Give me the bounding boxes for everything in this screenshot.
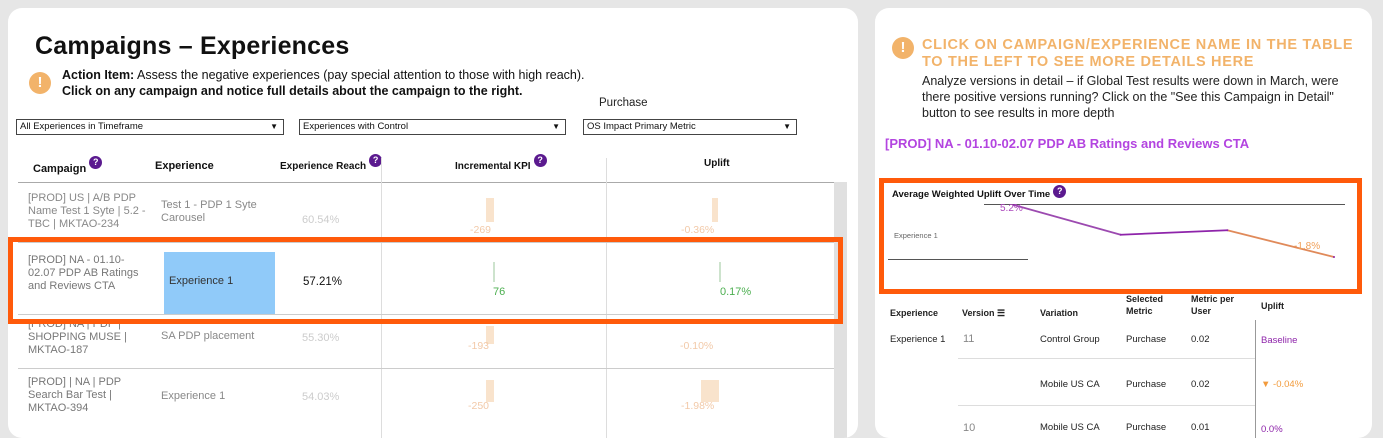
help-icon[interactable]: ? [89,156,103,169]
row-divider [958,358,1255,359]
chart-plot [1013,204,1335,258]
series-point [1226,229,1229,232]
help-icon[interactable]: ? [533,154,547,167]
rt-row1-metric: Purchase [1126,334,1167,345]
rt-row1-version: 11 [963,333,975,345]
row4-experience[interactable]: Experience 1 [161,390,225,403]
header-reach[interactable]: Experience Reach? [280,154,383,174]
row4-kpi: -250 [468,400,490,412]
action-bold: Click on any campaign and notice full de… [62,84,523,98]
row1-reach: 60.54% [302,214,340,226]
click-instruction: CLICK ON CAMPAIGN/EXPERIENCE NAME IN THE… [922,37,1354,70]
row-divider [958,405,1255,406]
sort-icon[interactable]: ☰ [997,308,1005,318]
rt-row2-metric: Purchase [1126,379,1167,390]
row3-uplift: -0.10% [680,340,714,352]
chevron-down-icon: ▼ [552,122,560,131]
series-segment [1120,229,1228,236]
selected-campaign-name[interactable]: [PROD] NA - 01.10-02.07 PDP AB Ratings a… [885,136,1285,152]
header-kpi[interactable]: Incremental KPI? [455,154,547,174]
page-title: Campaigns – Experiences [35,32,350,60]
campaigns-panel: Campaigns – Experiences ! Action Item: A… [8,8,858,438]
rt-row3-version: 10 [963,422,976,434]
timeframe-dropdown[interactable]: All Experiences in Timeframe ▼ [16,119,284,135]
column-divider [1255,320,1256,438]
metric-dropdown[interactable]: OS Impact Primary Metric ▼ [583,119,797,135]
header-campaign[interactable]: Campaign? [33,156,103,176]
header-experience[interactable]: Experience [155,160,214,172]
row3-experience[interactable]: SA PDP placement [161,330,254,343]
header-uplift[interactable]: Uplift [704,158,730,169]
rt-row1-per-user: 0.02 [1191,334,1210,345]
row1-kpi-bar [486,198,494,222]
rt-row1-uplift: Baseline [1261,335,1298,346]
row4-reach: 54.03% [302,391,340,403]
col-uplift[interactable]: Uplift [1261,300,1284,312]
info-icon: ! [892,37,914,59]
action-text: Assess the negative experiences (pay spe… [134,68,585,82]
series-segment [1013,204,1121,236]
row1-experience[interactable]: Test 1 - PDP 1 Syte Carousel [161,199,271,225]
rt-row2-uplift: ▼ -0.04% [1261,379,1304,390]
series-point [1119,233,1122,236]
metric-value: OS Impact Primary Metric [587,121,696,132]
uplift-chart: Average Weighted Uplift Over Time? Exper… [879,178,1362,294]
row4-uplift-bar [701,380,719,402]
chevron-down-icon: ▼ [783,122,791,131]
action-label: Action Item: [62,68,135,82]
row4-campaign[interactable]: [PROD] | NA | PDP Search Bar Test | MKTA… [28,376,152,415]
highlight-selected-row [8,237,843,324]
row3-kpi: -193 [468,340,490,352]
col-metric-per-user[interactable]: Metric per User [1191,293,1251,317]
col-metric[interactable]: Selected Metric [1126,293,1182,317]
col-version[interactable]: Version ☰ [962,307,1005,319]
rt-row3-variation: Mobile US CA [1040,422,1100,433]
row4-kpi-bar [486,380,494,402]
series-point [1333,256,1335,258]
row1-campaign[interactable]: [PROD] US | A/B PDP Name Test 1 Syte | 5… [28,192,152,231]
purchase-label: Purchase [599,97,648,109]
row1-kpi: -269 [470,224,492,236]
header-divider [18,182,834,183]
row3-reach: 55.30% [302,332,340,344]
col-variation[interactable]: Variation [1040,307,1078,319]
data-label-first: 5.2% [1000,203,1023,214]
col-experience[interactable]: Experience [890,307,938,319]
control-value: Experiences with Control [303,121,409,132]
row-divider [18,368,834,369]
rt-row1-variation: Control Group [1040,334,1100,345]
row1-uplift-bar [712,198,718,222]
rt-row3-metric: Purchase [1126,422,1167,433]
rt-row2-variation: Mobile US CA [1040,379,1100,390]
rt-row1-experience: Experience 1 [890,334,946,345]
series-label: Experience 1 [894,231,938,240]
info-icon: ! [29,72,51,94]
row4-uplift: -1.98% [681,400,715,412]
control-dropdown[interactable]: Experiences with Control ▼ [299,119,566,135]
rt-row3-per-user: 0.01 [1191,422,1210,433]
details-panel: ! CLICK ON CAMPAIGN/EXPERIENCE NAME IN T… [875,8,1372,438]
action-item: Action Item: Assess the negative experie… [62,67,585,99]
rt-row2-per-user: 0.02 [1191,379,1210,390]
row1-uplift: -0.36% [681,224,715,236]
timeframe-value: All Experiences in Timeframe [20,121,144,132]
chevron-down-icon: ▼ [270,122,278,131]
data-label-last: -1.8% [1294,241,1321,252]
analyze-text: Analyze versions in detail – if Global T… [922,74,1339,120]
